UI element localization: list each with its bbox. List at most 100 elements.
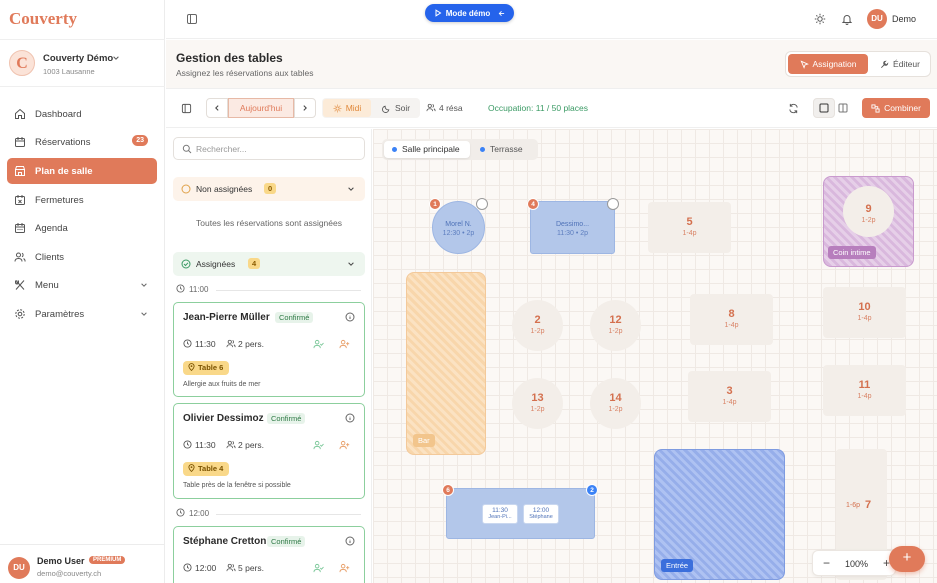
search-input[interactable]: Rechercher...: [173, 137, 365, 160]
info-icon[interactable]: [345, 413, 355, 423]
unassigned-empty-text: Toutes les réservations sont assignées: [196, 218, 342, 228]
assigned-group-header[interactable]: Assignées 4: [173, 252, 365, 276]
pers-value: 2 pers.: [238, 440, 264, 450]
connect-handle[interactable]: [607, 198, 619, 210]
single-view-button[interactable]: [813, 98, 835, 118]
cursor-icon: [800, 59, 809, 69]
guest-name: Jean-Pierre Müller: [183, 312, 270, 323]
page-title: Gestion des tables: [176, 51, 283, 65]
sun-icon[interactable]: [814, 13, 826, 25]
table-capacity: 1-6p: [846, 502, 861, 509]
sidebar-item-reservations[interactable]: Réservations 23: [7, 129, 157, 155]
panel-toggle-icon[interactable]: [181, 103, 192, 114]
split-view-icon[interactable]: [838, 103, 848, 113]
combine-button[interactable]: Combiner: [862, 98, 930, 118]
restaurant-name: Couverty Démo: [43, 53, 114, 64]
user-check-icon[interactable]: [313, 440, 324, 450]
reservation-card[interactable]: Jean-Pierre Müller Confirmé 11:30 2 pers…: [173, 302, 365, 397]
status-badge: Confirmé: [267, 536, 306, 547]
refresh-icon[interactable]: [788, 103, 799, 114]
demo-mode-button[interactable]: Mode démo: [425, 4, 514, 22]
table-4[interactable]: Dessimo... 11:30 • 2p: [530, 201, 615, 254]
reservation-chip[interactable]: 11:30 Jean-Pi...: [482, 504, 518, 524]
user-plus-icon[interactable]: [339, 563, 350, 573]
user-plus-icon[interactable]: [339, 440, 350, 450]
table-1[interactable]: Morel N. 12:30 • 2p: [432, 201, 485, 254]
restaurant-switcher[interactable]: C Couverty Démo 1003 Lausanne: [0, 39, 165, 87]
user-check-icon[interactable]: [313, 339, 324, 349]
sidebar-toggle-icon[interactable]: [186, 13, 198, 25]
calendar-days-icon: [14, 222, 26, 234]
table-9[interactable]: 9 1-2p: [827, 180, 910, 260]
avatar[interactable]: DU: [867, 9, 887, 29]
sidebar-item-menu[interactable]: Menu: [7, 272, 157, 298]
page-subtitle: Assignez les réservations aux tables: [176, 68, 314, 78]
reservation-note: Table près de la fenêtre si possible: [183, 482, 291, 489]
table-11[interactable]: 11 1-4p: [823, 365, 906, 416]
tab-terrasse[interactable]: Terrasse: [474, 141, 534, 158]
table-capacity: 1-4p: [682, 230, 697, 237]
reservation-card[interactable]: Olivier Dessimoz Confirmé 11:30 2 pers. …: [173, 403, 365, 499]
reservation-chip[interactable]: 12:00 Stéphane: [523, 504, 559, 524]
info-icon[interactable]: [345, 312, 355, 322]
next-day-button[interactable]: [294, 98, 316, 118]
table-capacity: 1-2p: [861, 217, 876, 224]
assignation-mode-button[interactable]: Assignation: [788, 54, 868, 74]
table-8[interactable]: 8 1-4p: [690, 294, 773, 345]
connect-handle[interactable]: [476, 198, 488, 210]
table-capacity: 1-2p: [608, 406, 623, 413]
map-pin-icon: [188, 464, 195, 472]
midi-button[interactable]: Midi: [323, 99, 371, 117]
top-user-name[interactable]: Demo: [892, 14, 916, 24]
chip-name: Stéphane: [529, 514, 553, 520]
sidebar-item-label: Fermetures: [35, 195, 84, 206]
sidebar-item-floor-plan[interactable]: Plan de salle: [7, 158, 157, 184]
table-6[interactable]: 11:30 Jean-Pi... 12:00 Stéphane: [446, 488, 595, 539]
zoom-out-button[interactable]: −: [823, 556, 830, 570]
sidebar-item-label: Dashboard: [35, 109, 82, 120]
chevron-left-icon: [213, 104, 221, 112]
table-2[interactable]: 2 1-2p: [512, 300, 563, 351]
app-logo[interactable]: Couverty: [9, 9, 77, 29]
info-icon[interactable]: [345, 536, 355, 546]
sidebar-item-agenda[interactable]: Agenda: [7, 215, 157, 241]
user-email: demo@couverty.ch: [37, 569, 102, 578]
table-capacity: 1-4p: [722, 399, 737, 406]
table-5[interactable]: 5 1-4p: [648, 202, 731, 253]
sidebar-item-settings[interactable]: Paramètres: [7, 301, 157, 327]
prev-day-button[interactable]: [206, 98, 228, 118]
user-check-icon[interactable]: [313, 563, 324, 573]
reservation-card[interactable]: Stéphane Cretton Confirmé 12:00 5 pers.: [173, 526, 365, 583]
reservation-count: 4 résa: [426, 103, 463, 113]
add-floating-button[interactable]: +: [889, 546, 925, 572]
pers-value: 2 pers.: [238, 339, 264, 349]
combine-label: Combiner: [884, 103, 921, 113]
sidebar-item-closures[interactable]: Fermetures: [7, 187, 157, 213]
bell-icon[interactable]: [841, 13, 853, 25]
status-badge: Confirmé: [267, 413, 306, 424]
users-icon: [426, 103, 436, 112]
user-profile[interactable]: DU Demo User PREMIUM demo@couverty.ch: [0, 544, 165, 583]
table-14[interactable]: 14 1-2p: [590, 378, 641, 429]
table-3[interactable]: 3 1-4p: [688, 371, 771, 422]
calendar-icon: [14, 136, 26, 148]
table-number-badge: 1: [429, 198, 441, 210]
sidebar-item-clients[interactable]: Clients: [7, 244, 157, 270]
chevron-down-icon: [140, 310, 148, 318]
today-button[interactable]: Aujourd'hui: [228, 98, 294, 118]
unassigned-group-header[interactable]: Non assignées 0: [173, 177, 365, 201]
table-13[interactable]: 13 1-2p: [512, 378, 563, 429]
soir-button[interactable]: Soir: [374, 99, 418, 117]
table-10[interactable]: 10 1-4p: [823, 287, 906, 338]
sidebar-item-dashboard[interactable]: Dashboard: [7, 101, 157, 127]
tab-salle-principale[interactable]: Salle principale: [384, 141, 470, 158]
editor-mode-button[interactable]: Éditeur: [871, 54, 929, 74]
party-size: 5 pers.: [226, 563, 264, 573]
user-plus-icon[interactable]: [339, 339, 350, 349]
floor-plan-canvas[interactable]: Salle principale Terrasse Bar Coin intim…: [373, 129, 937, 583]
chevron-down-icon: [347, 260, 355, 268]
table-12[interactable]: 12 1-2p: [590, 300, 641, 351]
zone-entree[interactable]: Entrée: [654, 449, 785, 580]
zone-bar[interactable]: Bar: [406, 272, 486, 455]
map-pin-icon: [188, 363, 195, 371]
